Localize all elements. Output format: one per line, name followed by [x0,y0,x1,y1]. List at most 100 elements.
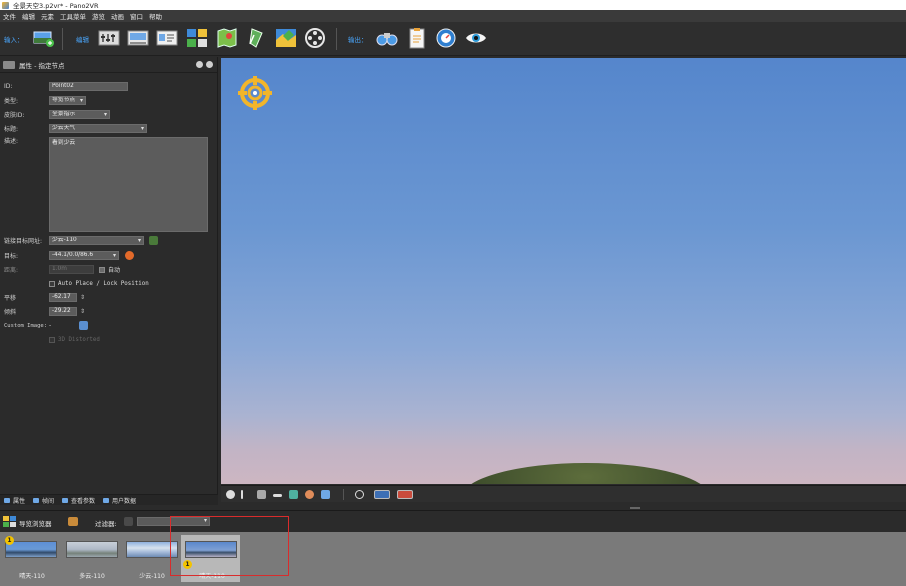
user-data-tab-icon [103,497,110,503]
viewport-separator [343,489,344,500]
binoculars-icon [376,33,398,46]
patches-icon [187,29,207,47]
auto-checkbox[interactable] [99,266,105,273]
view-mode-red-icon[interactable] [397,490,413,499]
id-input[interactable]: Point02 [49,82,128,91]
tilt-input[interactable]: -29.22 [49,307,85,316]
line-tool-icon[interactable] [273,494,282,497]
target-pick-icon[interactable] [125,251,134,260]
filter-label: 过滤器: [95,520,117,528]
patches-button[interactable] [185,26,209,50]
menu-window[interactable]: 窗口 [130,11,143,21]
hotspot-target-icon[interactable] [237,75,273,111]
tab-label: 用户数据 [112,497,137,505]
custom-image-browse-icon[interactable] [79,321,88,330]
point-tool-icon[interactable] [241,490,243,499]
binoculars-button[interactable] [375,26,399,50]
pan-input[interactable]: -62.17 [49,293,85,302]
menu-edit[interactable]: 编辑 [22,11,35,21]
tab-properties[interactable]: 属性 [4,496,25,505]
splitter-grip[interactable] [630,507,640,509]
title-select[interactable]: 少云天气 [49,124,147,133]
distorted-checkbox[interactable] [49,336,55,343]
link-target-row: 链接目标网址: 少云-110 [0,235,218,246]
panel-float-icon[interactable] [196,61,203,68]
animation-icon [305,28,325,48]
thumbnail-image[interactable] [66,541,118,558]
type-label: 类型: [4,98,19,105]
link-go-icon[interactable] [149,236,158,245]
link-target-select[interactable]: 少云-110 [49,236,144,245]
auto-place-label: Auto Place / Lock Position [58,280,149,287]
pan-row: 平移 -62.17 [0,292,218,303]
compass-tool-icon[interactable] [226,490,235,499]
distance-input[interactable]: 1.0m [49,265,94,274]
eye-button[interactable] [464,26,488,50]
grid-tool-icon[interactable] [257,490,266,499]
viewing-params-button[interactable] [126,26,150,50]
properties-button[interactable] [97,26,121,50]
panel-close-icon[interactable] [206,61,213,68]
properties-title: 属性 - 指定节点 [19,61,65,70]
preview-button[interactable] [434,26,458,50]
skin-editor-icon [276,29,296,47]
window-title: 全景天空3.p2vr* - Pano2VR [13,2,99,10]
type-select[interactable]: 导览节点 [49,96,86,105]
map-icon [217,28,237,48]
menu-tools[interactable]: 工具菜单 [60,11,86,21]
distance-label: 距离: [4,267,19,274]
tab-viewing-params[interactable]: 查看参数 [62,496,95,505]
custom-image-label: Custom Image: [4,322,48,329]
tab-user-data[interactable]: 用户数据 [103,496,136,505]
animation-button[interactable] [303,26,327,50]
properties-icon [98,30,120,46]
distance-row: 距离: 1.0m 自动 [0,264,218,275]
main-toolbar: 输入： 编辑 输出： [0,22,906,56]
viewport-toolbar [221,485,906,502]
thumbnail-badge: 1 [5,536,14,545]
menu-animation[interactable]: 动画 [111,11,124,21]
sound-tool-icon[interactable] [305,490,314,499]
skin-id-select[interactable]: 全景指示 [49,110,110,119]
user-data-button[interactable] [155,26,179,50]
sort-menu-icon[interactable] [68,517,78,526]
hotspot-tool-icon[interactable] [289,490,298,499]
auto-label: 自动 [108,267,121,274]
target-label: 目标: [4,253,19,260]
menu-bar: 文件 编辑 元素 工具菜单 游览 动画 窗口 帮助 [0,10,906,22]
edit-label: 编辑 [76,36,89,44]
id-row: ID: Point02 [0,81,218,92]
auto-place-checkbox[interactable] [49,280,55,287]
menu-file[interactable]: 文件 [3,11,16,21]
menu-tour[interactable]: 游览 [92,11,105,21]
tour-browser-title: 导览浏览器 [19,520,52,528]
menu-help[interactable]: 帮助 [149,11,162,21]
panel-icon [3,60,15,69]
add-panorama-icon [33,31,54,47]
tab-label: 属性 [13,497,26,505]
auto-place-row: Auto Place / Lock Position [0,278,218,289]
custom-image-row: Custom Image: - [0,320,218,331]
id-label: ID: [4,83,13,90]
distorted-row: 3D Distorted [0,334,218,345]
skin-editor-button[interactable] [274,26,298,50]
description-textarea[interactable]: 看到少云 [49,137,208,232]
pano2vr-window: 全景天空3.p2vr* - Pano2VR 文件 编辑 元素 工具菜单 游览 动… [0,0,906,586]
panorama-viewport[interactable] [221,58,906,484]
clipboard-button[interactable] [405,26,429,50]
tab-frames[interactable]: 帧间 [33,496,54,505]
crosshair-icon[interactable] [355,490,364,499]
menu-elements[interactable]: 元素 [41,11,54,21]
image-tool-icon[interactable] [321,490,330,499]
edit-tour-icon [249,28,263,48]
view-mode-blue-icon[interactable] [374,490,390,499]
viewing-tab-icon [62,497,69,503]
frames-tab-icon [33,497,40,503]
filter-pencil-icon[interactable] [124,517,133,526]
edit-tour-button[interactable] [244,26,268,50]
target-select[interactable]: -44.1/0.0/86.6 [49,251,119,260]
add-panorama-button[interactable] [31,26,55,50]
map-button[interactable] [215,26,239,50]
skin-id-row: 皮肤ID: 全景指示 [0,109,218,120]
title-row: 标题: 少云天气 [0,123,218,134]
